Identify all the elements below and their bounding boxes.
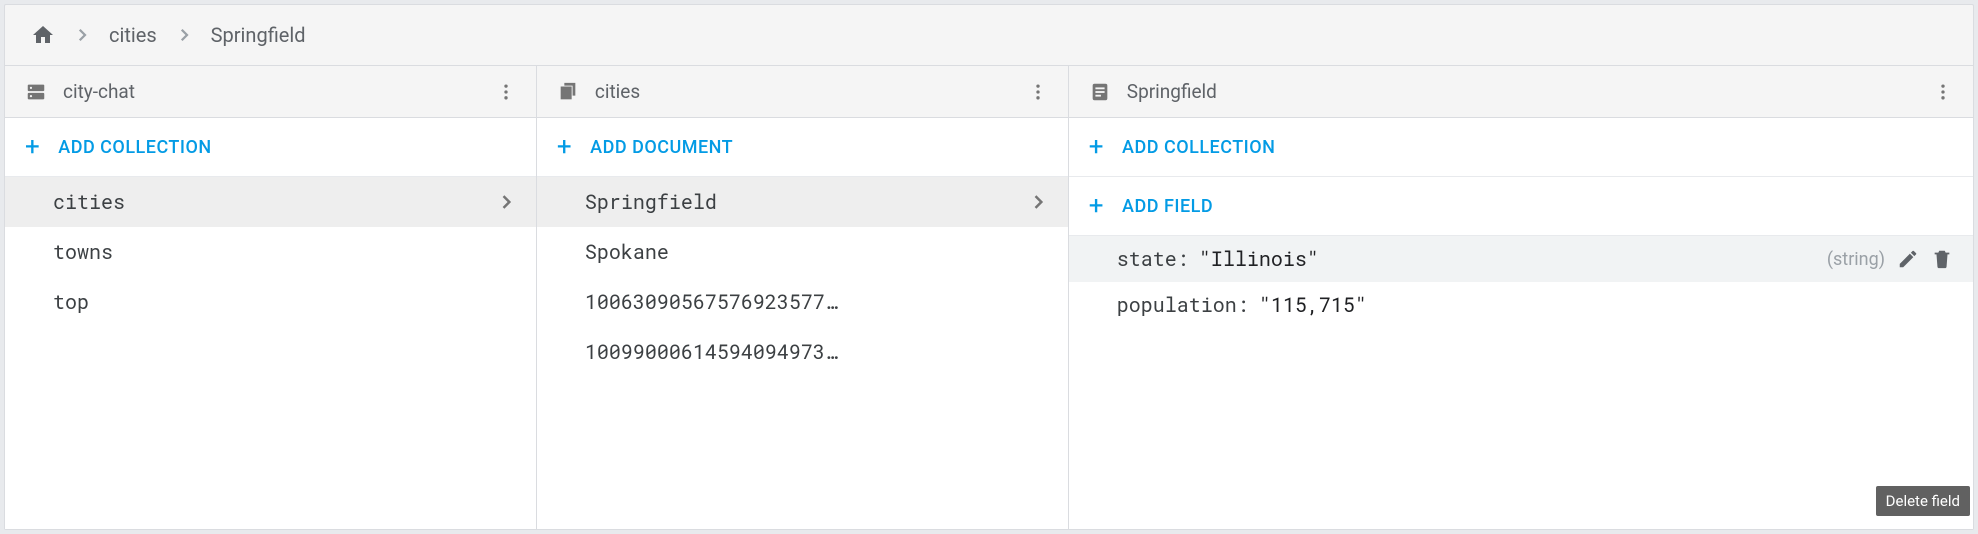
more-menu-icon[interactable] — [1933, 82, 1953, 102]
chevron-right-icon — [175, 26, 193, 44]
tooltip: Delete field — [1876, 486, 1970, 516]
breadcrumb: cities Springfield — [5, 5, 1973, 66]
field-row[interactable]: state "Illinois" (string) — [1069, 236, 1973, 282]
document-item[interactable]: 10099000614594094973… — [537, 327, 1068, 377]
add-label: ADD COLLECTION — [58, 137, 211, 158]
collection-panel: cities + ADD DOCUMENT Springfield Spokan… — [537, 66, 1069, 529]
field-type: (string) — [1827, 249, 1885, 270]
field-key: population — [1117, 292, 1255, 318]
more-menu-icon[interactable] — [496, 82, 516, 102]
document-list: Springfield Spokane 10063090567576923577… — [537, 177, 1068, 529]
panel-header: city-chat — [5, 66, 536, 118]
collection-item[interactable]: cities — [5, 177, 536, 227]
item-label: towns — [53, 239, 516, 265]
collection-icon — [557, 81, 579, 103]
add-document-button[interactable]: + ADD DOCUMENT — [537, 118, 1068, 177]
item-label: 10099000614594094973… — [585, 339, 1048, 365]
chevron-right-icon — [1028, 192, 1048, 212]
add-label: ADD FIELD — [1122, 196, 1213, 217]
breadcrumb-item[interactable]: cities — [109, 23, 157, 47]
document-icon — [1089, 81, 1111, 103]
document-item[interactable]: Spokane — [537, 227, 1068, 277]
document-panel: Springfield + ADD COLLECTION + ADD FIELD… — [1069, 66, 1973, 529]
add-collection-button[interactable]: + ADD COLLECTION — [1069, 118, 1973, 177]
collection-list: cities towns top — [5, 177, 536, 529]
delete-icon[interactable] — [1931, 248, 1953, 270]
document-item[interactable]: Springfield — [537, 177, 1068, 227]
database-icon — [25, 81, 47, 103]
plus-icon: + — [1089, 193, 1104, 219]
chevron-right-icon — [73, 26, 91, 44]
item-label: Spokane — [585, 239, 1048, 265]
database-panel: city-chat + ADD COLLECTION cities towns — [5, 66, 537, 529]
panel-title: cities — [595, 80, 1012, 103]
plus-icon: + — [1089, 134, 1104, 160]
document-item[interactable]: 10063090567576923577… — [537, 277, 1068, 327]
item-label: 10063090567576923577… — [585, 289, 1048, 315]
home-icon[interactable] — [31, 23, 55, 47]
edit-icon[interactable] — [1897, 248, 1919, 270]
chevron-right-icon — [496, 192, 516, 212]
breadcrumb-item[interactable]: Springfield — [211, 23, 306, 47]
field-key: state — [1117, 246, 1195, 272]
add-label: ADD DOCUMENT — [590, 137, 733, 158]
field-value: "Illinois" — [1199, 246, 1319, 272]
add-collection-button[interactable]: + ADD COLLECTION — [5, 118, 536, 177]
panel-header: cities — [537, 66, 1068, 118]
plus-icon: + — [557, 134, 572, 160]
item-label: top — [53, 289, 516, 315]
panel-title: Springfield — [1127, 80, 1917, 103]
add-field-button[interactable]: + ADD FIELD — [1069, 177, 1973, 236]
field-list: state "Illinois" (string) population — [1069, 236, 1973, 529]
item-label: cities — [53, 189, 496, 215]
plus-icon: + — [25, 134, 40, 160]
collection-item[interactable]: top — [5, 277, 536, 327]
add-label: ADD COLLECTION — [1122, 137, 1275, 158]
more-menu-icon[interactable] — [1028, 82, 1048, 102]
collection-item[interactable]: towns — [5, 227, 536, 277]
field-actions: (string) — [1827, 248, 1953, 270]
field-row[interactable]: population "115,715" — [1069, 282, 1973, 328]
item-label: Springfield — [585, 189, 1028, 215]
field-value: "115,715" — [1259, 292, 1367, 318]
panel-header: Springfield — [1069, 66, 1973, 118]
panel-title: city-chat — [63, 80, 480, 103]
